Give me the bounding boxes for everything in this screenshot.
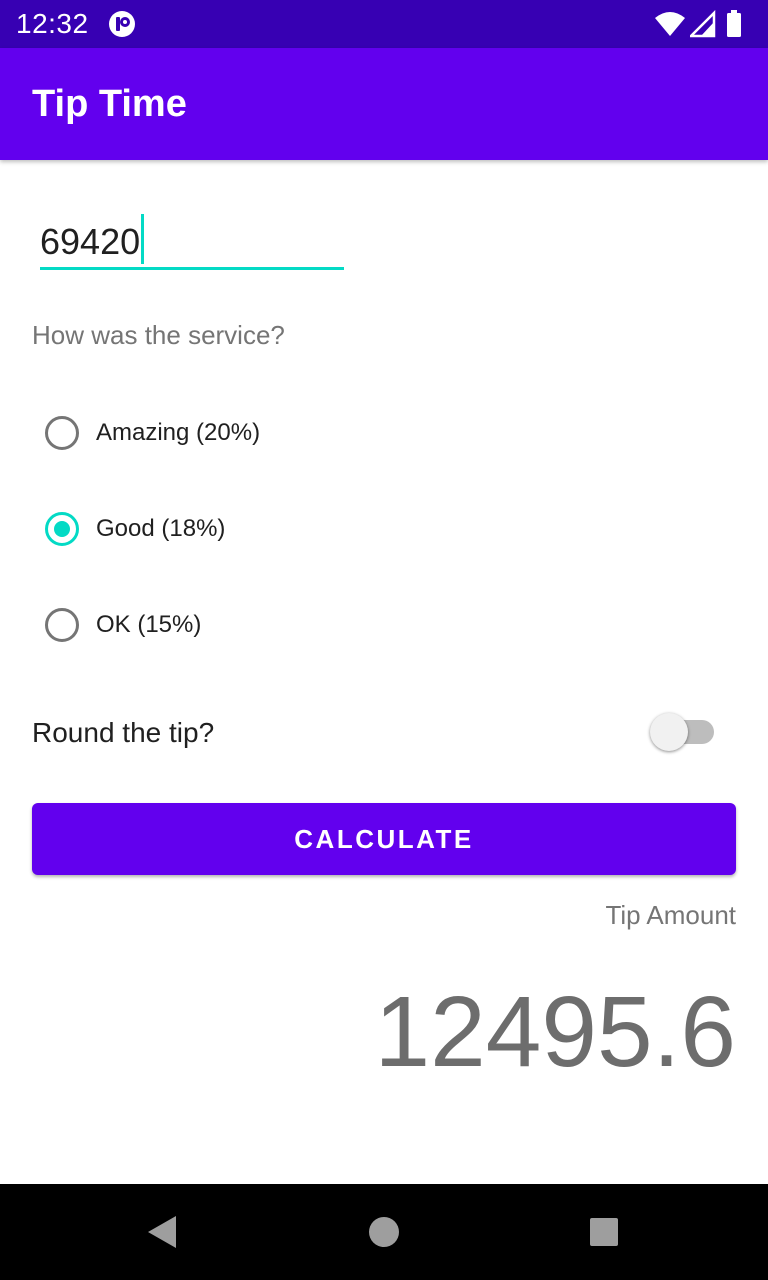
- app-title: Tip Time: [32, 83, 187, 125]
- battery-icon: [727, 10, 741, 37]
- radio-label[interactable]: Good (18%): [96, 514, 225, 544]
- text-cursor: [141, 214, 145, 264]
- radio-button-unchecked[interactable]: [45, 416, 79, 450]
- notification-icon: [109, 11, 135, 37]
- tip-amount-value: 12495.6: [374, 976, 736, 1088]
- navigation-bar: [0, 1184, 768, 1280]
- tip-time-screen: 12:32 Tip Time 69420 How was the service…: [0, 0, 768, 1280]
- home-icon[interactable]: [368, 1214, 400, 1250]
- round-tip-label: Round the tip?: [32, 717, 215, 748]
- tip-amount-label: Tip Amount: [605, 900, 736, 930]
- radio-label[interactable]: Amazing (20%): [96, 418, 260, 448]
- radio-option-good[interactable]: Good (18%): [40, 508, 720, 556]
- radio-option-ok[interactable]: OK (15%): [40, 604, 720, 652]
- wifi-icon: [655, 12, 685, 36]
- app-bar: Tip Time: [0, 48, 768, 160]
- calculate-button[interactable]: CALCULATE: [32, 803, 736, 875]
- radio-checked-dot: [54, 521, 70, 537]
- radio-button-unchecked[interactable]: [45, 608, 79, 642]
- back-icon[interactable]: [146, 1214, 178, 1250]
- cost-of-service-value[interactable]: 69420: [40, 214, 145, 266]
- service-question: How was the service?: [32, 320, 285, 350]
- radio-label[interactable]: OK (15%): [96, 610, 201, 640]
- cost-text: 69420: [40, 221, 141, 262]
- radio-option-amazing[interactable]: Amazing (20%): [40, 412, 720, 460]
- status-bar: 12:32: [0, 0, 768, 48]
- input-underline: [40, 267, 344, 270]
- recents-icon[interactable]: [588, 1214, 620, 1250]
- cell-signal-icon: [690, 10, 716, 38]
- cost-of-service-input[interactable]: 69420: [40, 208, 344, 270]
- round-tip-switch[interactable]: [650, 712, 716, 752]
- status-icons: [654, 10, 754, 38]
- switch-thumb[interactable]: [650, 713, 688, 751]
- radio-button-checked[interactable]: [45, 512, 79, 546]
- status-time: 12:32: [16, 8, 89, 39]
